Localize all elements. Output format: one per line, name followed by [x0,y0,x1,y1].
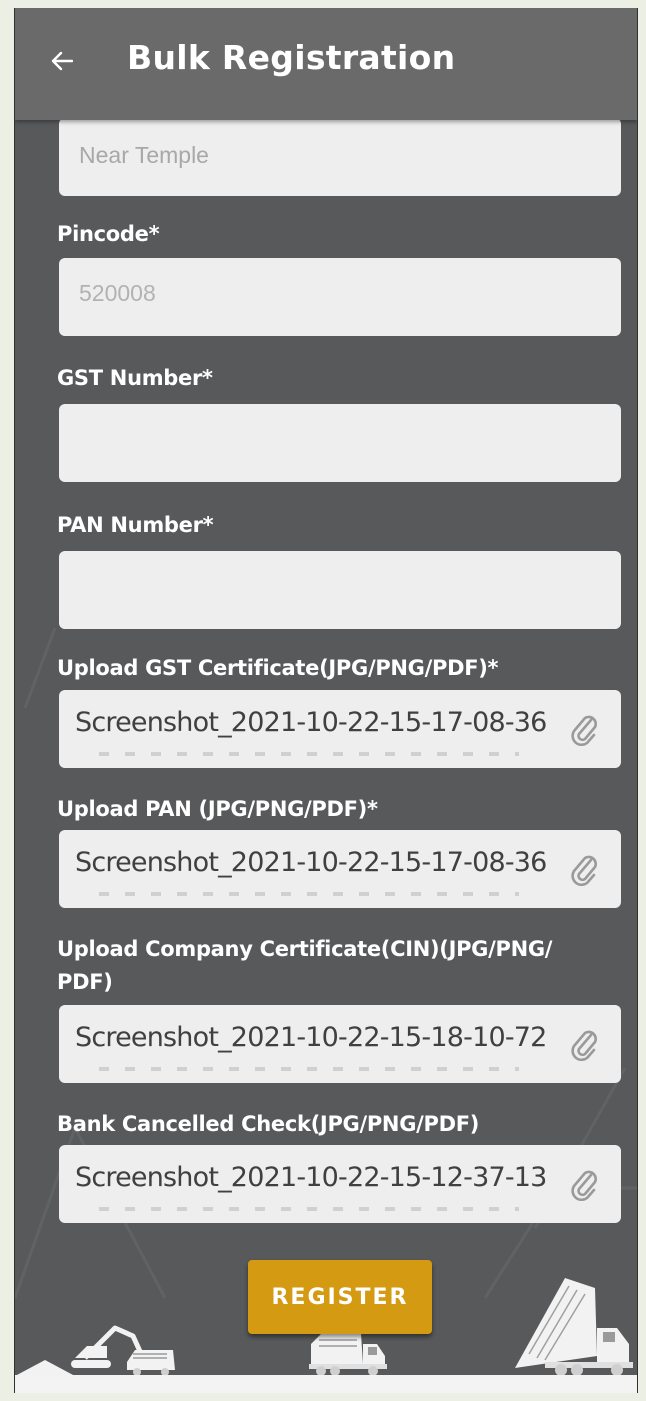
gst-certificate-filename: Screenshot_2021-10-22-15-17-08-36 [75,707,547,738]
pan-upload-label: Upload PAN (JPG/PNG/PDF)* [57,797,378,821]
pan-upload-filename: Screenshot_2021-10-22-15-17-08-36 [75,847,547,878]
landmark-placeholder: Near Temple [79,142,209,168]
paperclip-icon[interactable] [569,1027,599,1062]
company-certificate-label-line1: Upload Company Certificate(CIN)(JPG/PNG/ [57,937,553,961]
landmark-input[interactable]: Near Temple [59,118,621,196]
redacted-text [99,752,519,756]
redacted-text [99,892,519,896]
app-screen: Bulk Registration Near Temple Pincode* 5… [14,8,638,1393]
tipper-truck-icon [515,1278,633,1376]
cancelled-check-label: Bank Cancelled Check(JPG/PNG/PDF) [57,1112,480,1136]
register-button[interactable]: REGISTER [248,1260,432,1334]
paperclip-icon[interactable] [569,1167,599,1202]
page-title: Bulk Registration [127,38,456,77]
redacted-text [99,1207,519,1211]
paperclip-icon[interactable] [569,712,599,747]
redacted-text [99,1067,519,1071]
gst-certificate-upload[interactable]: Screenshot_2021-10-22-15-17-08-36 [59,690,621,768]
back-button[interactable] [45,46,79,80]
paperclip-icon[interactable] [569,852,599,887]
pan-upload[interactable]: Screenshot_2021-10-22-15-17-08-36 [59,830,621,908]
bottom-strip [15,1375,637,1393]
gst-number-input[interactable] [59,404,621,482]
gst-number-label: GST Number* [57,366,213,390]
pincode-value: 520008 [79,280,156,306]
company-certificate-filename: Screenshot_2021-10-22-15-18-10-72 [75,1022,547,1053]
cancelled-check-upload[interactable]: Screenshot_2021-10-22-15-12-37-13 [59,1145,621,1223]
company-certificate-upload[interactable]: Screenshot_2021-10-22-15-18-10-72 [59,1005,621,1083]
pan-number-input[interactable] [59,551,621,629]
app-bar: Bulk Registration [15,8,637,120]
dump-truck-icon [309,1334,387,1376]
cancelled-check-filename: Screenshot_2021-10-22-15-12-37-13 [75,1162,547,1193]
pan-number-label: PAN Number* [57,513,214,537]
company-certificate-label-line2: PDF) [57,970,113,994]
pincode-input[interactable]: 520008 [59,258,621,336]
gst-certificate-label: Upload GST Certificate(JPG/PNG/PDF)* [57,656,499,680]
pincode-label: Pincode* [57,222,160,246]
excavator-icon [15,1325,175,1376]
back-arrow-icon [51,51,74,76]
